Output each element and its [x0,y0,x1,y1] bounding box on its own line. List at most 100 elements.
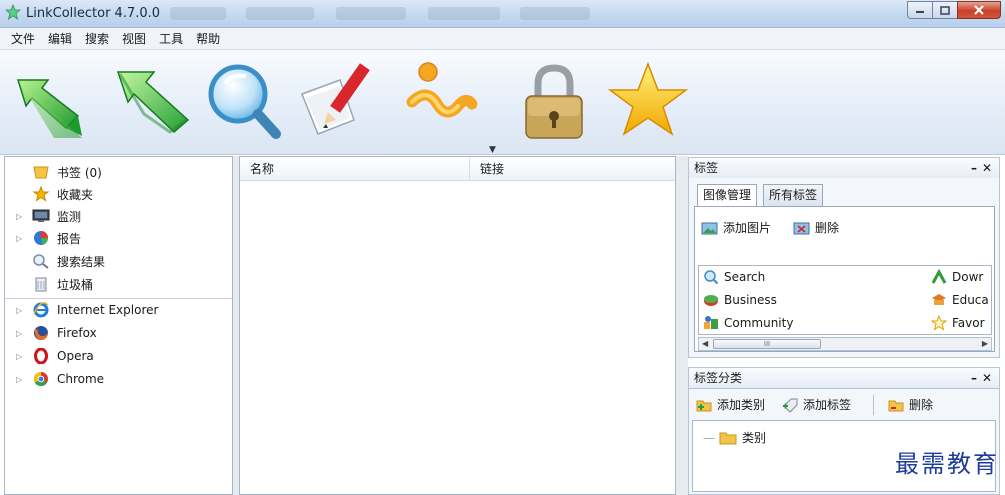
tag-item-favorite[interactable]: Favor [931,315,985,331]
expand-arrow-icon[interactable]: ▷ [16,306,22,315]
ie-icon [33,302,49,318]
category-item[interactable]: — 类别 [703,429,766,446]
add-category-button[interactable]: 添加类别 [695,396,765,413]
community-tag-icon [704,316,718,329]
expand-arrow-icon[interactable]: ▷ [16,329,22,338]
toolbar: ▼ [0,50,1005,155]
blurred-tab [246,7,314,20]
favorite-star-icon [607,61,689,136]
tree-item-label: Firefox [57,326,97,340]
tree-item-search-results[interactable]: 搜索结果 [5,250,232,272]
export-button[interactable] [110,58,194,144]
favorites-star-icon [32,186,50,202]
scroll-right-icon[interactable]: ▶ [982,338,988,350]
blurred-tab [336,7,406,20]
tag-item-education[interactable]: Educa [931,292,989,308]
tree-item-firefox[interactable]: ▷ Firefox [5,322,232,344]
close-icon[interactable]: ✕ [982,158,992,178]
column-header-link[interactable]: 链接 [470,157,675,181]
add-image-icon [701,222,718,234]
add-category-icon [696,400,712,411]
tag-item-search[interactable]: Search [703,269,765,285]
scroll-left-icon[interactable]: ◀ [702,338,708,350]
tree-line: — [703,430,715,445]
pin-icon[interactable]: – [971,368,977,388]
expand-arrow-icon[interactable]: ▷ [16,212,22,221]
scroll-thumb[interactable]: III [713,339,821,349]
tag-item-community[interactable]: Community [703,315,793,331]
column-header-name[interactable]: 名称 [240,157,470,181]
download-tag-icon [931,269,947,284]
tree-item-monitor[interactable]: ▷ 监测 [5,205,232,227]
search-magnifier-icon [208,64,281,139]
link-list: 名称 链接 [239,156,676,495]
app-star-icon [5,4,21,20]
tree-item-label: 书签 (0) [57,165,102,180]
menu-edit[interactable]: 编辑 [43,30,80,47]
tree-item-bookmarks[interactable]: 书签 (0) [5,161,232,183]
education-tag-icon [932,294,946,305]
right-splitter[interactable] [676,156,688,495]
add-tag-button[interactable]: 添加标签 [781,396,851,413]
tree-item-report[interactable]: ▷ 报告 [5,227,232,249]
tag-image-list: Search Business Community Dowr Educa Fav… [698,265,992,335]
tree-item-opera[interactable]: ▷ Opera [5,345,232,367]
tree-item-favorites[interactable]: 收藏夹 [5,183,232,205]
menu-file[interactable]: 文件 [6,30,43,47]
info-dropdown-icon[interactable]: ▼ [489,145,496,155]
menu-search[interactable]: 搜索 [80,30,117,47]
expand-arrow-icon[interactable]: ▷ [16,352,22,361]
search-button[interactable] [200,58,284,144]
tree-item-label: Opera [57,349,94,363]
minimize-icon [916,11,924,13]
report-pie-icon [34,231,48,245]
delete-image-label: 删除 [815,221,840,235]
category-panel: 添加类别 添加标签 删除 — 类别 [688,389,1000,495]
delete-category-icon [888,400,904,411]
tags-panel-title: 标签 [694,161,719,175]
add-image-button[interactable]: 添加图片 [701,219,771,236]
tree-item-label: 监测 [57,209,82,224]
maximize-button[interactable] [932,1,958,19]
close-button[interactable] [957,1,1001,19]
tab-image-management[interactable]: 图像管理 [697,184,758,207]
favorite-button[interactable] [606,58,690,144]
opera-icon [34,348,48,364]
delete-category-label: 删除 [909,398,934,412]
close-icon[interactable]: ✕ [982,368,992,388]
tree-item-label: 垃圾桶 [57,277,94,292]
expand-arrow-icon[interactable]: ▷ [16,234,22,243]
minimize-button[interactable] [907,1,933,19]
tree-item-internet-explorer[interactable]: ▷ Internet Explorer [5,299,232,321]
folder-icon [719,432,737,444]
menu-bar: 文件 编辑 搜索 视图 工具 帮助 [0,28,1005,50]
tag-item-business[interactable]: Business [703,292,777,308]
tree-item-label: 报告 [57,231,82,246]
add-image-label: 添加图片 [723,221,772,235]
bookmark-folder-icon [33,166,49,179]
expand-arrow-icon[interactable]: ▷ [16,375,22,384]
menu-view[interactable]: 视图 [117,30,154,47]
export-green-arrow-icon [116,71,190,134]
close-icon [974,5,984,15]
tree-item-label: 收藏夹 [57,187,94,202]
info-button[interactable] [402,58,486,144]
edit-button[interactable] [296,58,380,144]
tab-all-tags[interactable]: 所有标签 [763,184,824,206]
delete-category-button[interactable]: 删除 [887,396,933,413]
blurred-tab [520,7,590,20]
horizontal-scrollbar[interactable]: ◀ III ▶ [698,337,992,351]
lock-button[interactable] [512,58,596,144]
import-button[interactable] [8,58,92,144]
pin-icon[interactable]: – [971,158,977,178]
delete-image-button[interactable]: 删除 [793,219,839,236]
menu-tools[interactable]: 工具 [154,30,191,47]
add-category-label: 添加类别 [717,398,766,412]
tree-item-trash[interactable]: 垃圾桶 [5,273,232,295]
tab-content: 添加图片 删除 Search Business Community Dowr E… [694,206,995,352]
trash-icon [35,277,47,292]
tree-item-chrome[interactable]: ▷ Chrome [5,368,232,390]
tag-item-download[interactable]: Dowr [931,269,983,285]
menu-help[interactable]: 帮助 [191,30,228,47]
blurred-tab [428,7,500,20]
